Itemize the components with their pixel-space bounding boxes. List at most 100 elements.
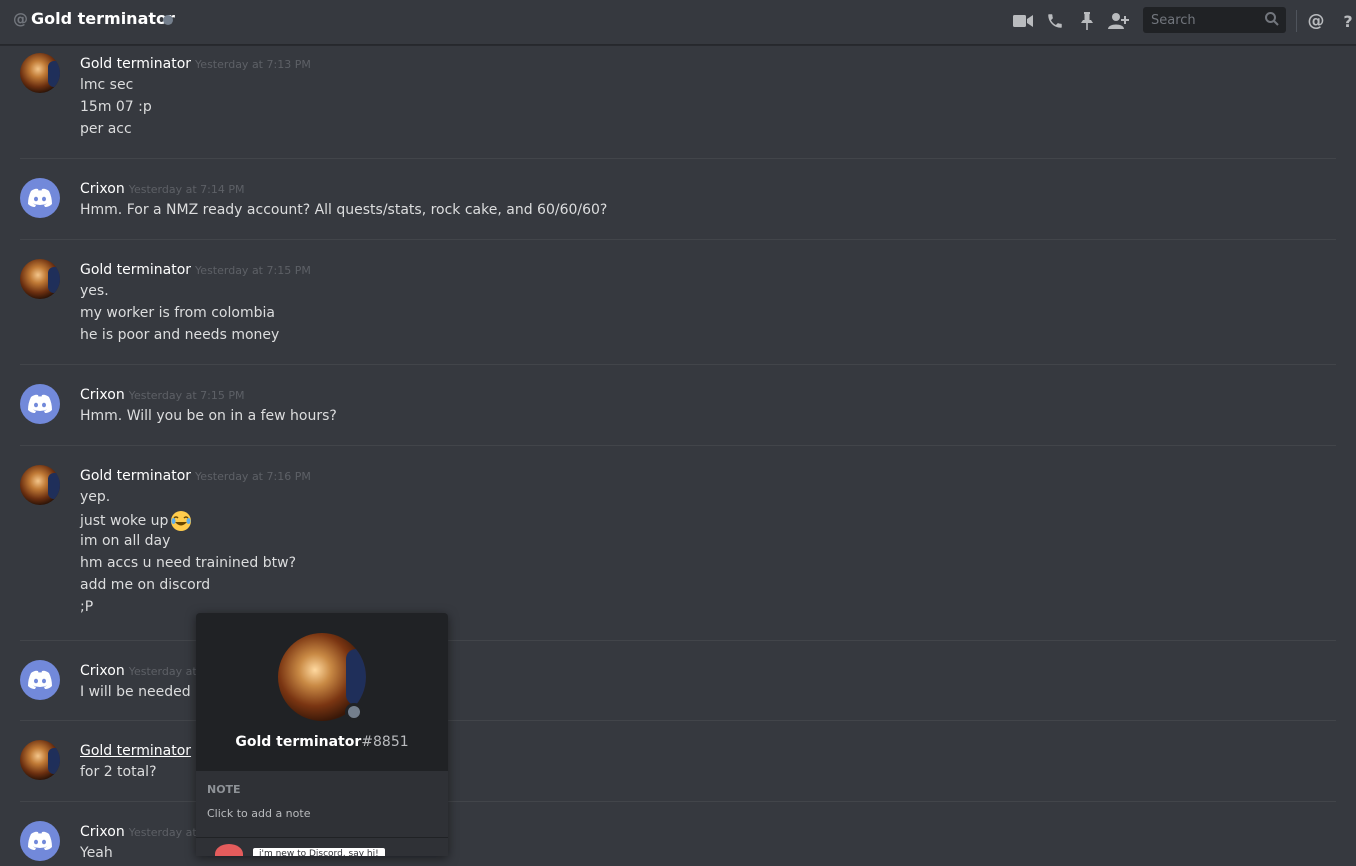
popout-message-input[interactable]: i'm new to Discord, say hi! [253, 848, 385, 856]
message-header: Crixon Yesterday at 7:15 PM [80, 384, 245, 404]
message-text: lmc sec [80, 77, 134, 93]
username[interactable]: Crixon [80, 824, 125, 840]
avatar[interactable] [20, 740, 60, 780]
channel-title: Gold terminator [31, 9, 175, 28]
timestamp: Yesterday at 7:16 PM [195, 470, 311, 483]
message-line: hm accs u need trainined btw? [80, 554, 296, 576]
note-label: NOTE [207, 783, 241, 796]
message-body: for 2 total? [80, 763, 157, 785]
message-line: Hmm. For a NMZ ready account? All quests… [80, 201, 607, 223]
avatar[interactable] [20, 465, 60, 505]
username[interactable]: Gold terminator [80, 56, 191, 72]
avatar[interactable] [20, 384, 60, 424]
message-header: Gold terminator Yesterday at 7:13 PM [80, 53, 311, 73]
message-body: yep. just woke up im on all day hm accs u n… [80, 488, 296, 620]
message-line: Hmm. Will you be on in a few hours? [80, 407, 337, 429]
message-header: Gold terminator Yesterday at 7:15 PM [80, 259, 311, 279]
message-line: lmc sec [80, 76, 152, 98]
search-icon [1264, 11, 1280, 31]
message-text: yes. [80, 283, 109, 299]
message-divider [20, 158, 1336, 159]
popout-header: Gold terminator#8851 [196, 613, 448, 771]
discord-logo-icon [28, 831, 52, 850]
message-text: 15m 07 :p [80, 99, 152, 115]
message-text: he is poor and needs money [80, 327, 280, 343]
header-divider [1296, 10, 1297, 32]
message-body: Hmm. Will you be on in a few hours? [80, 407, 337, 429]
username[interactable]: Gold terminator [80, 468, 191, 484]
message-body: lmc sec 15m 07 :p per acc [80, 76, 152, 142]
popout-divider [196, 837, 448, 838]
avatar[interactable] [20, 53, 60, 93]
search-input[interactable] [1149, 11, 1259, 29]
message-header: Gold terminator Yesterday at 7:16 PM [80, 465, 311, 485]
user-profile-popout: Gold terminator#8851 NOTE Click to add a… [196, 613, 448, 856]
add-friend-icon[interactable] [1108, 10, 1130, 32]
message-line: 15m 07 :p [80, 98, 152, 120]
discord-logo-icon [28, 670, 52, 689]
discord-logo-icon [28, 394, 52, 413]
message-line: yep. [80, 488, 296, 510]
avatar[interactable] [20, 660, 60, 700]
message-header: Crixon Yesterday at [80, 821, 197, 841]
message-text: ;P [80, 599, 94, 615]
message-line: just woke up [80, 510, 296, 532]
note-input[interactable]: Click to add a note [207, 807, 310, 820]
message-divider [20, 239, 1336, 240]
message-body: Hmm. For a NMZ ready account? All quests… [80, 201, 607, 223]
popout-message-avatar [215, 844, 243, 856]
popout-discriminator: #8851 [361, 734, 409, 750]
username[interactable]: Gold terminator [80, 262, 191, 278]
message-body: Yeah [80, 844, 113, 866]
phone-icon[interactable] [1044, 10, 1066, 32]
message-line: im on all day [80, 532, 296, 554]
username[interactable]: Crixon [80, 181, 125, 197]
message-text: Hmm. Will you be on in a few hours? [80, 408, 337, 424]
joy-emoji-icon [170, 510, 192, 532]
username[interactable]: Crixon [80, 387, 125, 403]
channel-header: @ Gold terminator @ ? [0, 0, 1356, 45]
message-text: add me on discord [80, 577, 211, 593]
message-line: for 2 total? [80, 763, 157, 785]
username[interactable]: Crixon [80, 663, 125, 679]
video-icon[interactable] [1012, 10, 1034, 32]
message-text: im on all day [80, 533, 171, 549]
message-line: he is poor and needs money [80, 326, 279, 348]
message-text: hm accs u need trainined btw? [80, 555, 296, 571]
pin-icon[interactable] [1076, 10, 1098, 32]
message-text: Hmm. For a NMZ ready account? All quests… [80, 202, 608, 218]
message-header: Crixon Yesterday at 7:14 PM [80, 178, 245, 198]
message-line: per acc [80, 120, 152, 142]
help-icon[interactable]: ? [1337, 10, 1356, 32]
popout-username: Gold terminator#8851 [196, 734, 448, 750]
popout-status-indicator [345, 703, 363, 721]
message-line: Yeah [80, 844, 113, 866]
popout-name: Gold terminator [235, 734, 362, 750]
message-text: for 2 total? [80, 764, 157, 780]
search-box[interactable] [1143, 7, 1286, 33]
mention-icon[interactable]: @ [1305, 10, 1327, 32]
message-text: my worker is from colombia [80, 305, 275, 321]
status-indicator [163, 15, 173, 25]
timestamp: Yesterday at 7:13 PM [195, 58, 311, 71]
username[interactable]: Gold terminator [80, 743, 191, 759]
message-divider [20, 445, 1336, 446]
message-divider [20, 364, 1336, 365]
message-header: Gold terminator [80, 740, 195, 760]
timestamp: Yesterday at 7:15 PM [128, 389, 245, 402]
timestamp: Yesterday at 7:15 PM [195, 264, 311, 277]
message-line: my worker is from colombia [80, 304, 279, 326]
avatar[interactable] [20, 259, 60, 299]
discord-logo-icon [28, 188, 52, 207]
message-text: yep. [80, 489, 111, 505]
avatar[interactable] [20, 821, 60, 861]
message-text: per acc [80, 121, 132, 137]
at-symbol: @ [13, 10, 28, 28]
timestamp: Yesterday at 7:14 PM [128, 183, 245, 196]
message-text: Yeah [80, 845, 113, 861]
message-line: yes. [80, 282, 279, 304]
message-body: yes. my worker is from colombia he is poor… [80, 282, 279, 348]
message-line: add me on discord [80, 576, 296, 598]
avatar[interactable] [20, 178, 60, 218]
timestamp: Yesterday at [128, 826, 197, 839]
